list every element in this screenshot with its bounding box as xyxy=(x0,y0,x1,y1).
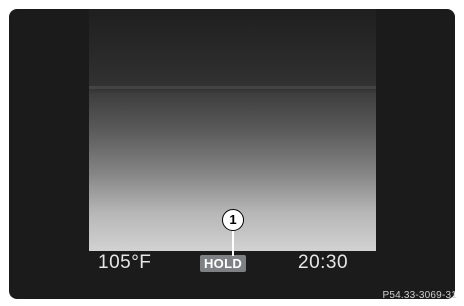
clock-time: 20:30 xyxy=(298,252,349,273)
callout-marker: 1 xyxy=(222,209,244,231)
figure-reference-code: P54.33-3069-31 xyxy=(382,290,457,301)
outside-temperature: 105°F xyxy=(98,252,152,273)
callout-leader-line xyxy=(232,230,234,256)
hold-badge: HOLD xyxy=(200,255,246,272)
horizon-line xyxy=(89,86,376,89)
